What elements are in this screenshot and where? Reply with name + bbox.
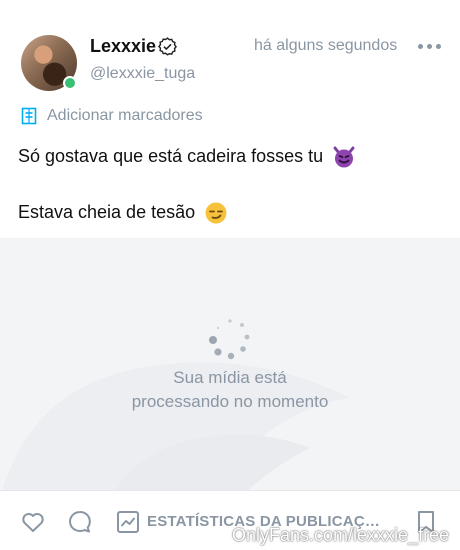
post-text-line2-content: Estava cheia de tesão xyxy=(18,201,196,222)
verified-badge-icon xyxy=(158,37,177,56)
add-tags-label: Adicionar marcadores xyxy=(47,107,203,124)
site-watermark: OnlyFans.com/lexxxie_free xyxy=(232,525,450,545)
media-placeholder: Sua mídia está processando no momento xyxy=(0,238,460,490)
comment-icon[interactable] xyxy=(67,509,93,535)
processing-line2: processando no momento xyxy=(131,392,329,411)
author-name[interactable]: Lexxxie xyxy=(90,36,156,57)
online-status-dot xyxy=(63,76,77,90)
smiling-devil-emoji-icon xyxy=(333,146,355,168)
post-timestamp: há alguns segundos xyxy=(254,37,398,54)
tag-list-icon xyxy=(21,107,37,125)
processing-line1: Sua mídia está xyxy=(173,368,287,387)
heart-icon[interactable] xyxy=(20,509,46,535)
post-text-line2: Estava cheia de tesão xyxy=(18,201,228,225)
add-tags-button[interactable]: Adicionar marcadores xyxy=(21,106,203,126)
post-header: Lexxxie @lexxxie_tuga há alguns segundos xyxy=(0,0,460,100)
processing-message: Sua mídia está processando no momento xyxy=(0,366,460,414)
smirking-face-emoji-icon xyxy=(205,202,227,224)
loading-spinner-icon xyxy=(209,319,250,360)
more-options-icon[interactable] xyxy=(418,44,441,49)
post-text-line1: Só gostava que está cadeira fosses tu xyxy=(18,145,356,169)
statistics-chart-icon[interactable] xyxy=(115,509,141,535)
post-text-line1-content: Só gostava que está cadeira fosses tu xyxy=(18,145,324,166)
author-handle[interactable]: @lexxxie_tuga xyxy=(90,65,195,83)
